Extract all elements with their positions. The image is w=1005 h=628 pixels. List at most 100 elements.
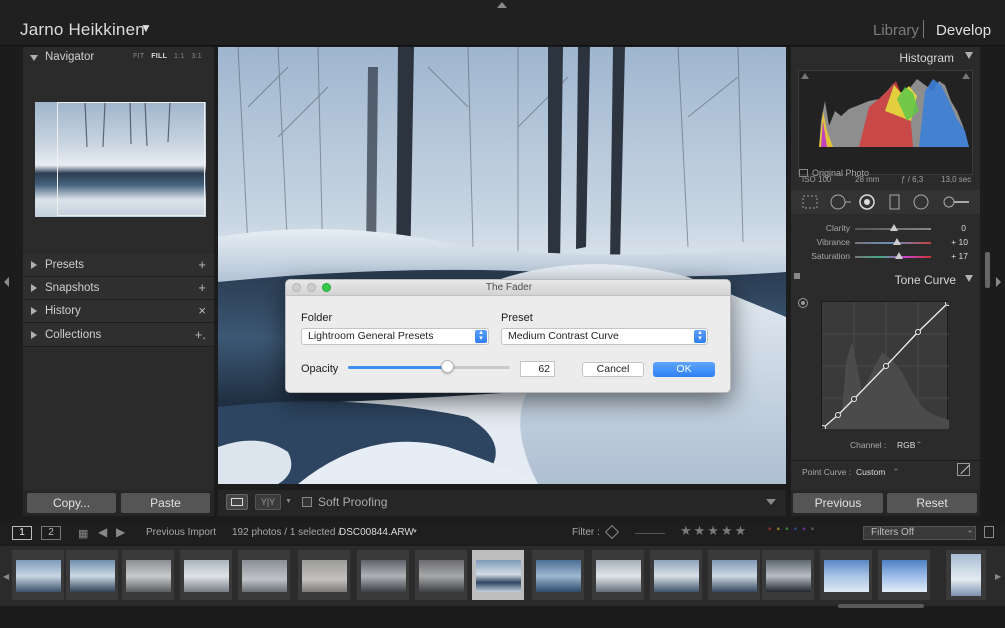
vibrance-value[interactable]: + 10 (951, 237, 968, 247)
color-label-filter[interactable]: ▪▪▪▪▪▪ (768, 524, 819, 535)
filmstrip-thumb[interactable] (532, 550, 584, 600)
channel-select[interactable]: RGB (897, 440, 915, 450)
filename-dropdown-icon[interactable]: ▼ (412, 529, 418, 535)
navigator-viewport-frame[interactable] (57, 102, 205, 216)
filmstrip-thumb[interactable] (708, 550, 760, 600)
filmstrip-thumb-selected[interactable] (472, 550, 524, 600)
saturation-slider[interactable] (855, 256, 931, 258)
collapse-top-panel-icon[interactable] (497, 2, 507, 8)
paste-button[interactable]: Paste (121, 493, 210, 513)
shadow-clipping-icon[interactable] (801, 73, 809, 79)
ok-button[interactable]: OK (653, 362, 715, 377)
folder-value: Lightroom General Presets (308, 330, 434, 342)
filmstrip-thumb[interactable] (238, 550, 290, 600)
tone-curve-toggle[interactable] (794, 273, 800, 279)
zoom-3-1[interactable]: 3:1 (191, 53, 202, 60)
opacity-slider[interactable] (348, 366, 510, 369)
panel-snapshots[interactable]: Snapshots + (23, 277, 214, 300)
dialog-titlebar[interactable]: The Fader (286, 280, 730, 296)
saturation-slider-thumb[interactable] (895, 252, 903, 259)
forward-arrow-icon[interactable]: ▶ (116, 525, 125, 539)
toolbar-content-dropdown-icon[interactable] (766, 499, 776, 505)
panel-collections[interactable]: Collections +. (23, 324, 214, 347)
panel-presets[interactable]: Presets + (23, 254, 214, 277)
cancel-button[interactable]: Cancel (582, 362, 644, 377)
opacity-slider-knob[interactable] (441, 360, 455, 373)
filmstrip-thumb[interactable] (122, 550, 174, 600)
add-collection-icon[interactable]: +. (195, 327, 206, 342)
module-develop[interactable]: Develop (936, 22, 991, 39)
histogram[interactable]: ISO 100 28 mm ƒ / 6,3 13,0 sec (798, 70, 973, 184)
navigator-header[interactable]: Navigator FIT FILL 1:1 3:1 (23, 47, 214, 67)
back-arrow-icon[interactable]: ◀ (98, 525, 107, 539)
preset-select[interactable]: Medium Contrast Curve ▴ ▾ (501, 328, 708, 345)
previous-button[interactable]: Previous (793, 493, 883, 513)
filmstrip-thumb[interactable] (357, 550, 409, 600)
filmstrip-thumb[interactable] (650, 550, 702, 600)
filmstrip-scroll-right-icon[interactable]: ▶ (995, 572, 1001, 581)
photo-canvas[interactable] (218, 47, 786, 484)
before-after-icon[interactable]: Y|Y (255, 494, 281, 510)
navigator-zoom-options[interactable]: FIT FILL 1:1 3:1 (133, 53, 202, 60)
close-window-icon[interactable] (292, 283, 301, 292)
filmstrip-scroll-left-icon[interactable]: ◀ (3, 572, 9, 581)
edit-point-curve-icon[interactable] (957, 463, 970, 476)
page-2-button[interactable]: 2 (41, 526, 61, 540)
zoom-1-1[interactable]: 1:1 (174, 53, 185, 60)
folder-select[interactable]: Lightroom General Presets ▴ ▾ (301, 328, 489, 345)
tone-curve-graph[interactable] (820, 300, 951, 431)
grid-view-icon[interactable]: ▦ (78, 527, 88, 540)
flag-filter-icon[interactable] (604, 524, 620, 540)
filmstrip-thumb[interactable] (298, 550, 350, 600)
zoom-fit[interactable]: FIT (133, 53, 144, 60)
right-panel-scrollbar[interactable] (985, 252, 990, 288)
highlight-clipping-icon[interactable] (962, 73, 970, 79)
add-snapshot-icon[interactable]: + (198, 280, 206, 295)
tone-curve-collapse-icon[interactable] (965, 275, 973, 282)
filter-preset-select[interactable]: Filters Off ÷ (863, 526, 976, 540)
filmstrip-thumb[interactable] (946, 550, 986, 600)
collapse-left-panel-icon[interactable] (4, 277, 9, 287)
add-preset-icon[interactable]: + (198, 257, 206, 272)
filter-lock-icon[interactable] (984, 526, 994, 538)
filmstrip-thumb[interactable] (415, 550, 467, 600)
filmstrip-thumb[interactable] (820, 550, 872, 600)
loupe-view-icon[interactable] (226, 494, 248, 510)
page-1-button[interactable]: 1 (12, 526, 32, 540)
copy-button[interactable]: Copy... (27, 493, 116, 513)
reset-button[interactable]: Reset (887, 493, 977, 513)
point-curve-select[interactable]: Custom (856, 467, 885, 477)
filmstrip-thumb[interactable] (878, 550, 930, 600)
identity-dropdown-icon[interactable]: ▼ (140, 21, 152, 35)
minimize-window-icon[interactable] (307, 283, 316, 292)
filmstrip-thumb[interactable] (66, 550, 118, 600)
soft-proofing-checkbox[interactable] (302, 497, 312, 507)
collapse-right-panel-icon[interactable] (996, 277, 1001, 287)
filmstrip-thumb[interactable] (592, 550, 644, 600)
targeted-adjustment-icon[interactable] (798, 298, 808, 308)
module-library[interactable]: Library (873, 22, 919, 39)
histogram-collapse-icon[interactable] (965, 52, 973, 59)
filmstrip-thumb[interactable] (180, 550, 232, 600)
selected-filename[interactable]: DSC00844.ARW (339, 527, 414, 538)
vibrance-slider-thumb[interactable] (893, 238, 901, 245)
point-curve-dropdown-icon[interactable]: ÷ (894, 467, 898, 474)
clarity-slider-thumb[interactable] (890, 224, 898, 231)
star-rating-filter[interactable]: ★★★★★ (680, 523, 748, 539)
source-label[interactable]: Previous Import (146, 527, 216, 538)
opacity-slider-fill (348, 366, 449, 369)
filmstrip-thumb[interactable] (12, 550, 64, 600)
zoom-fill[interactable]: FILL (151, 53, 167, 60)
clarity-value[interactable]: 0 (961, 223, 966, 233)
navigator-preview[interactable] (35, 102, 206, 217)
clear-history-icon[interactable]: × (198, 303, 206, 318)
channel-dropdown-icon[interactable]: ÷ (917, 440, 921, 447)
filmstrip-scrollbar[interactable] (838, 604, 924, 608)
saturation-value[interactable]: + 17 (951, 251, 968, 261)
panel-history[interactable]: History × (23, 300, 214, 323)
original-photo-checkbox[interactable] (799, 169, 808, 177)
opacity-value-field[interactable]: 62 (520, 361, 555, 377)
zoom-window-icon[interactable] (322, 283, 331, 292)
filmstrip-thumb[interactable] (762, 550, 814, 600)
before-after-dropdown-icon[interactable]: ▼ (285, 498, 292, 505)
